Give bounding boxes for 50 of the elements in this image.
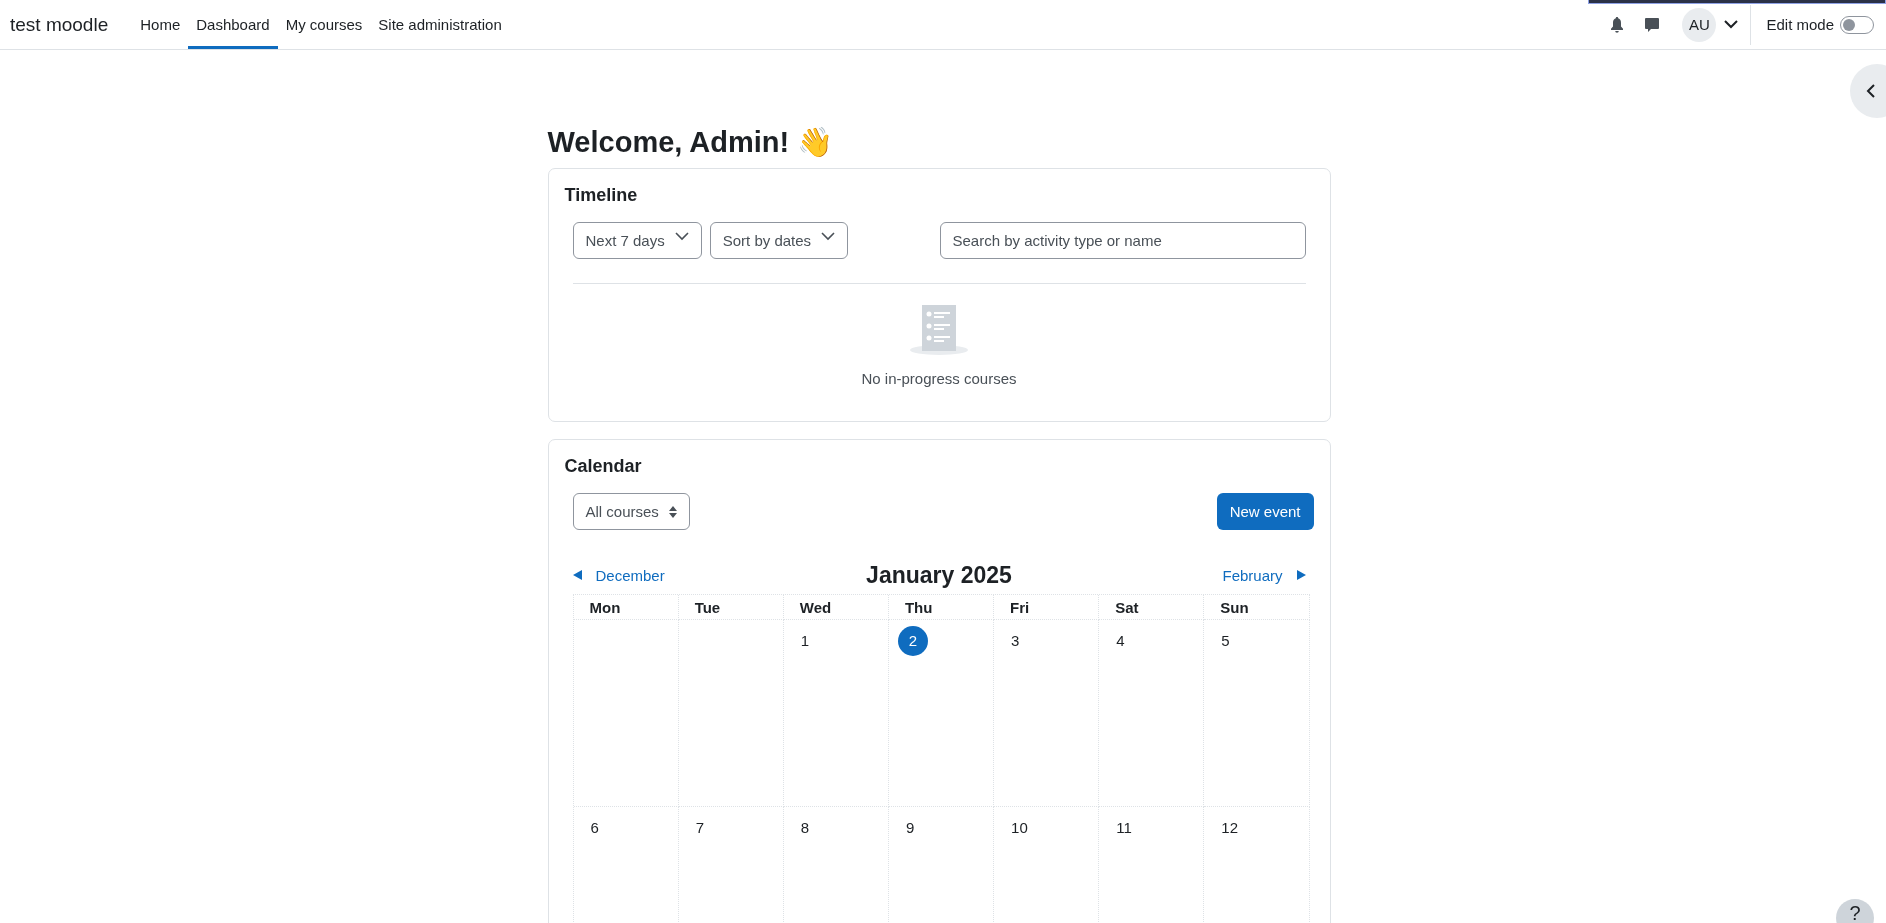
chevron-down-icon[interactable] <box>1724 20 1739 29</box>
course-select[interactable]: All courses <box>572 493 690 530</box>
chevron-left-icon <box>1866 84 1875 98</box>
chevron-down-icon <box>674 232 689 241</box>
day-number[interactable]: 11 <box>1108 813 1140 843</box>
day-number[interactable]: 6 <box>582 813 607 843</box>
site-name[interactable]: test moodle <box>10 13 109 36</box>
next-month-link[interactable]: February <box>1155 566 1306 584</box>
day-number[interactable]: 7 <box>687 813 712 843</box>
day-number[interactable]: 1 <box>792 626 818 656</box>
weekday-header: Fri <box>1010 598 1030 616</box>
weekday-header: Tue <box>694 598 721 616</box>
day-number[interactable]: 4 <box>1108 626 1133 656</box>
nav-link[interactable]: Home <box>132 0 189 49</box>
help-button[interactable]: ? <box>1836 899 1874 923</box>
weekday-header: Mon <box>589 598 621 616</box>
day-number[interactable]: 8 <box>792 813 818 843</box>
new-event-button[interactable]: New event <box>1216 493 1314 530</box>
notification-bell-icon[interactable] <box>1610 16 1625 33</box>
weekday-header: Wed <box>799 598 832 616</box>
filter-dropdown[interactable]: Next 7 days <box>572 222 702 259</box>
chevron-down-icon <box>821 232 836 241</box>
day-number[interactable]: 5 <box>1213 626 1238 656</box>
right-triangle-icon <box>1296 570 1306 580</box>
nav-link[interactable]: Dashboard <box>188 0 278 49</box>
weekday-header: Sun <box>1220 598 1249 616</box>
welcome-heading: Welcome, Admin! 👋 <box>547 125 835 160</box>
day-number[interactable]: 10 <box>1003 813 1036 843</box>
weekday-header: Sat <box>1115 598 1139 616</box>
edit-mode-label: Edit mode <box>1766 16 1834 33</box>
filter-dropdown[interactable]: Sort by dates <box>709 222 849 259</box>
day-number[interactable]: 9 <box>897 813 923 843</box>
day-number[interactable]: 12 <box>1213 813 1247 843</box>
left-triangle-icon <box>572 570 582 580</box>
previous-month-link[interactable]: December <box>572 566 723 584</box>
search-field[interactable]: Search by activity type or name <box>939 222 1306 259</box>
month-title: January 2025 <box>866 561 1012 589</box>
chat-icon[interactable] <box>1644 16 1661 33</box>
edit-mode-toggle[interactable] <box>1840 15 1874 34</box>
user-avatar[interactable]: AU <box>1682 7 1717 42</box>
empty-list-drawing <box>909 304 969 356</box>
day-number[interactable]: 3 <box>1003 626 1028 656</box>
day-number[interactable]: 2 <box>897 626 928 656</box>
empty-message: No in-progress courses <box>861 370 1017 387</box>
card-title: Calendar <box>564 456 643 477</box>
nav-link[interactable]: Site administration <box>370 0 510 49</box>
card-title: Timeline <box>564 185 639 206</box>
sort-arrows-icon <box>668 505 677 518</box>
weekday-header: Thu <box>904 598 933 616</box>
nav-link[interactable]: My courses <box>277 0 371 49</box>
